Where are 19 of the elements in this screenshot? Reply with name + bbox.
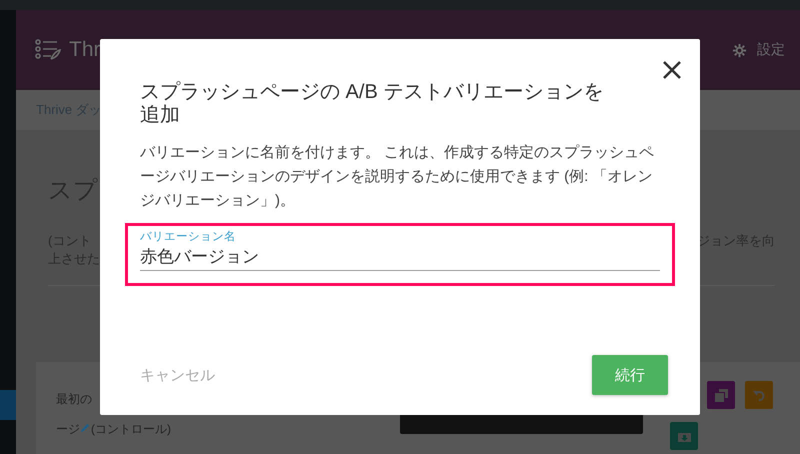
copy-icon xyxy=(714,388,728,402)
sidebar-active-item[interactable] xyxy=(0,390,16,420)
settings-link[interactable]: 設定 xyxy=(757,41,785,59)
dialog-description: バリエーションに名前を付けます。 これは、作成する特定のスプラッシュページバリエーションのデザインを説明するために使用できます (例: 「オレンジバリエーション」)。 xyxy=(140,143,656,211)
continue-button[interactable]: 続行 xyxy=(592,355,668,395)
field-label: バリエーション名 xyxy=(140,230,237,244)
highlighted-name-field[interactable]: バリエーション名 赤色バージョン xyxy=(125,223,675,286)
archive-icon xyxy=(678,430,690,442)
cancel-button[interactable]: キャンセル xyxy=(140,366,215,384)
undo-icon xyxy=(752,388,766,402)
copy-button[interactable] xyxy=(707,381,735,409)
close-icon xyxy=(662,60,682,80)
app-logo-text: Thr xyxy=(69,38,100,62)
archive-button[interactable] xyxy=(670,422,698,450)
dialog-title: スプラッシュページの A/B テストバリエーションを追加 xyxy=(140,81,604,127)
reset-button[interactable] xyxy=(745,381,773,409)
pencil-icon[interactable] xyxy=(80,422,91,433)
list-leaf-icon xyxy=(35,39,61,61)
settings-icon[interactable] xyxy=(732,42,747,58)
